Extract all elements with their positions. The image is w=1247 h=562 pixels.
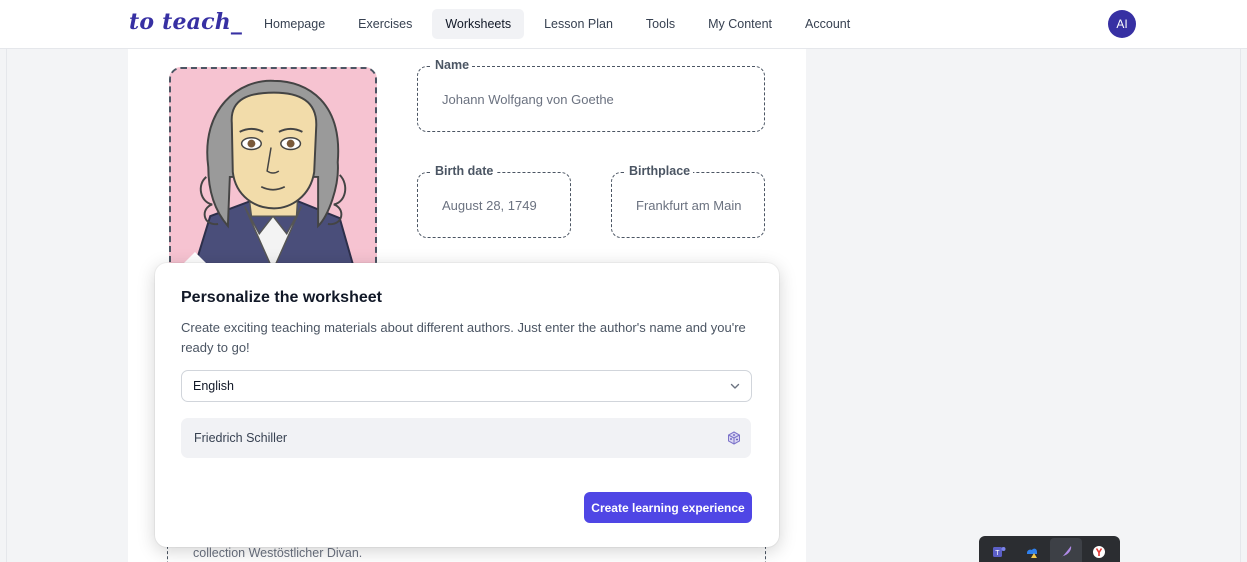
nav-homepage[interactable]: Homepage bbox=[251, 9, 338, 39]
biography-text: collection Westöstlicher Divan. bbox=[193, 546, 363, 560]
author-input-value: Friedrich Schiller bbox=[194, 431, 288, 445]
logo[interactable]: to teach_ bbox=[129, 9, 242, 35]
nav-my-content[interactable]: My Content bbox=[695, 9, 785, 39]
chevron-down-icon bbox=[730, 383, 740, 389]
nav-tools[interactable]: Tools bbox=[633, 9, 688, 39]
main-nav: Homepage Exercises Worksheets Lesson Pla… bbox=[251, 8, 870, 39]
create-learning-experience-button[interactable]: Create learning experience bbox=[584, 492, 752, 523]
nav-exercises[interactable]: Exercises bbox=[345, 9, 425, 39]
teams-icon[interactable]: T bbox=[991, 544, 1007, 560]
right-divider bbox=[1240, 49, 1241, 562]
user-avatar[interactable]: AI bbox=[1108, 10, 1136, 38]
birth-date-value: August 28, 1749 bbox=[442, 197, 537, 213]
birthplace-field: Birthplace Frankfurt am Main bbox=[611, 164, 765, 238]
name-field: Name Johann Wolfgang von Goethe bbox=[417, 58, 765, 132]
svg-text:T: T bbox=[995, 550, 1000, 557]
nav-account[interactable]: Account bbox=[792, 9, 863, 39]
yandex-icon[interactable] bbox=[1091, 544, 1107, 560]
taskbar-tray: T bbox=[979, 536, 1120, 562]
birth-date-field: Birth date August 28, 1749 bbox=[417, 164, 571, 238]
language-select-value: English bbox=[193, 379, 234, 393]
dialog-title: Personalize the worksheet bbox=[181, 289, 382, 306]
top-navigation-bar: to teach_ Homepage Exercises Worksheets … bbox=[0, 0, 1247, 49]
personalize-dialog: Personalize the worksheet Create excitin… bbox=[155, 263, 779, 547]
feather-icon[interactable] bbox=[1058, 544, 1074, 560]
nav-lesson-plan[interactable]: Lesson Plan bbox=[531, 9, 626, 39]
dice-icon[interactable] bbox=[727, 431, 741, 445]
name-value: Johann Wolfgang von Goethe bbox=[442, 91, 614, 107]
dialog-description: Create exciting teaching materials about… bbox=[181, 320, 746, 355]
author-input[interactable]: Friedrich Schiller bbox=[181, 418, 751, 458]
author-portrait bbox=[169, 67, 377, 282]
birthplace-value: Frankfurt am Main bbox=[636, 197, 742, 213]
left-divider bbox=[6, 49, 7, 562]
nav-worksheets[interactable]: Worksheets bbox=[432, 8, 525, 39]
onedrive-alert-icon[interactable] bbox=[1024, 544, 1040, 560]
language-select[interactable]: English bbox=[181, 370, 752, 402]
